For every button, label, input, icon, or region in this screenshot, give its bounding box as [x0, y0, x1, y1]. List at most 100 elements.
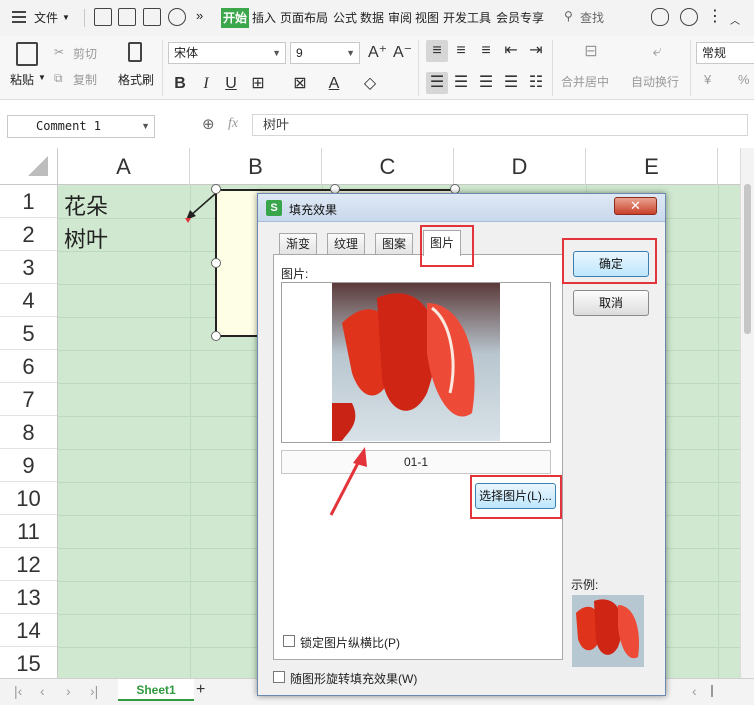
chevron-down-icon[interactable]: ▼ — [141, 116, 150, 137]
first-sheet-icon[interactable]: |‹ — [14, 683, 22, 699]
tab-page-layout[interactable]: 页面布局 — [280, 9, 328, 26]
italic-icon[interactable]: I — [198, 76, 214, 92]
export-icon[interactable] — [118, 8, 136, 26]
row-header[interactable]: 9 — [0, 449, 57, 482]
wrap-text-button[interactable]: 自动换行 — [631, 73, 679, 90]
formula-input[interactable]: 树叶 — [252, 114, 748, 136]
tab-texture[interactable]: 纹理 — [327, 233, 366, 255]
tab-view[interactable]: 视图 — [415, 9, 439, 26]
row-header[interactable]: 1 — [0, 185, 57, 218]
add-sheet-button[interactable]: + — [196, 681, 205, 699]
currency-icon[interactable]: ¥ — [704, 72, 711, 87]
row-header[interactable]: 6 — [0, 350, 57, 383]
tab-insert[interactable]: 插入 — [252, 9, 276, 26]
tab-member[interactable]: 会员专享 — [496, 9, 544, 26]
cloud-icon[interactable] — [651, 8, 669, 26]
font-color-icon[interactable]: A — [326, 76, 342, 92]
row-header[interactable]: 15 — [0, 647, 57, 678]
prev-sheet-icon[interactable]: ‹ — [40, 683, 45, 699]
tab-gradient[interactable]: 渐变 — [279, 233, 318, 255]
align-middle-icon[interactable]: ≡ — [453, 43, 469, 59]
number-format-select[interactable]: 常规 — [696, 42, 754, 64]
scrollbar-thumb[interactable] — [744, 184, 751, 334]
column-header-b[interactable]: B — [190, 148, 322, 185]
column-header-e[interactable]: E — [586, 148, 718, 185]
sheet-tab[interactable]: Sheet1 — [118, 679, 194, 701]
borders-icon[interactable]: ⊞ — [250, 76, 266, 92]
lock-ratio-label[interactable]: 锁定图片纵横比(P) — [300, 634, 400, 651]
lock-ratio-checkbox[interactable] — [283, 635, 295, 647]
align-right-icon[interactable]: ☰ — [478, 75, 494, 91]
select-all-icon[interactable] — [28, 156, 48, 176]
last-sheet-icon[interactable]: ›| — [90, 683, 98, 699]
tab-review[interactable]: 审阅 — [388, 9, 412, 26]
format-painter-icon[interactable] — [128, 42, 142, 62]
rotate-with-shape-label[interactable]: 随图形旋转填充效果(W) — [290, 670, 417, 687]
paste-button[interactable]: 粘贴 — [10, 71, 34, 88]
row-header[interactable]: 12 — [0, 548, 57, 581]
print-icon[interactable] — [143, 8, 161, 26]
chevron-down-icon[interactable]: ▼ — [272, 43, 281, 63]
cut-button[interactable]: 剪切 — [73, 45, 97, 62]
justify-icon[interactable]: ☰ — [503, 75, 519, 91]
row-header[interactable]: 5 — [0, 317, 57, 350]
clear-format-icon[interactable]: ◇ — [362, 76, 378, 92]
tab-start[interactable]: 开始 — [221, 8, 249, 28]
row-header[interactable]: 10 — [0, 482, 57, 515]
more-options-icon[interactable]: ⋮ — [707, 6, 723, 26]
paste-icon[interactable] — [16, 42, 38, 66]
next-sheet-icon[interactable]: › — [66, 683, 71, 699]
row-header[interactable]: 8 — [0, 416, 57, 449]
tab-developer[interactable]: 开发工具 — [443, 9, 491, 26]
search-icon[interactable]: ⚲ — [564, 9, 573, 23]
font-size-select[interactable]: 9 ▼ — [290, 42, 360, 64]
cell-a2[interactable]: 树叶 — [64, 222, 108, 254]
tab-picture[interactable]: 图片 — [423, 230, 462, 256]
decrease-font-icon[interactable]: A⁻ — [393, 45, 412, 61]
close-button[interactable]: ✕ — [614, 197, 657, 215]
save-icon[interactable] — [94, 8, 112, 26]
share-icon[interactable] — [680, 8, 698, 26]
row-header[interactable]: 3 — [0, 251, 57, 284]
scissors-icon[interactable]: ✂ — [54, 45, 64, 59]
select-all-corner[interactable] — [0, 148, 58, 185]
merge-icon[interactable]: ⊟ — [580, 44, 602, 60]
rotate-with-shape-checkbox[interactable] — [273, 671, 285, 683]
vertical-scrollbar[interactable] — [740, 148, 754, 678]
menu-icon[interactable] — [12, 11, 26, 23]
row-header[interactable]: 13 — [0, 581, 57, 614]
file-menu[interactable]: 文件 — [34, 9, 58, 26]
align-center-icon[interactable]: ☰ — [453, 75, 469, 91]
more-icon[interactable]: » — [196, 8, 203, 23]
fill-color-icon[interactable]: ⊠ — [292, 76, 308, 92]
increase-indent-icon[interactable]: ⇥ — [528, 43, 544, 59]
increase-font-icon[interactable]: A⁺ — [368, 45, 387, 61]
cell-a1[interactable]: 花朵 — [64, 189, 108, 221]
row-header[interactable]: 11 — [0, 515, 57, 548]
decrease-indent-icon[interactable]: ⇤ — [503, 43, 519, 59]
row-header[interactable]: 2 — [0, 218, 57, 251]
underline-icon[interactable]: U — [223, 76, 239, 92]
column-header-c[interactable]: C — [322, 148, 454, 185]
align-bottom-icon[interactable]: ≡ — [478, 43, 494, 59]
row-header[interactable]: 14 — [0, 614, 57, 647]
scroll-left-icon[interactable]: ‹ — [692, 683, 697, 699]
copy-icon[interactable]: ⧉ — [54, 71, 63, 86]
resize-handle[interactable] — [211, 331, 221, 341]
chevron-down-icon[interactable]: ▼ — [38, 73, 46, 82]
merge-center-button[interactable]: 合并居中 — [561, 73, 609, 90]
collapse-ribbon-icon[interactable]: ︿ — [730, 12, 740, 27]
cancel-button[interactable]: 取消 — [573, 290, 649, 316]
column-header-d[interactable]: D — [454, 148, 586, 185]
chevron-down-icon[interactable]: ▼ — [346, 43, 355, 63]
resize-handle[interactable] — [211, 258, 221, 268]
row-header[interactable]: 4 — [0, 284, 57, 317]
format-painter-button[interactable]: 格式刷 — [118, 71, 154, 88]
print-preview-icon[interactable] — [168, 8, 186, 26]
hscroll-thumb[interactable] — [711, 685, 713, 697]
fx-icon[interactable]: fx — [228, 116, 238, 132]
align-top-icon[interactable]: ≡ — [429, 43, 445, 59]
distributed-icon[interactable]: ☷ — [528, 75, 544, 91]
name-box[interactable]: Comment 1 ▼ — [7, 115, 155, 138]
percent-icon[interactable]: % — [738, 72, 750, 87]
